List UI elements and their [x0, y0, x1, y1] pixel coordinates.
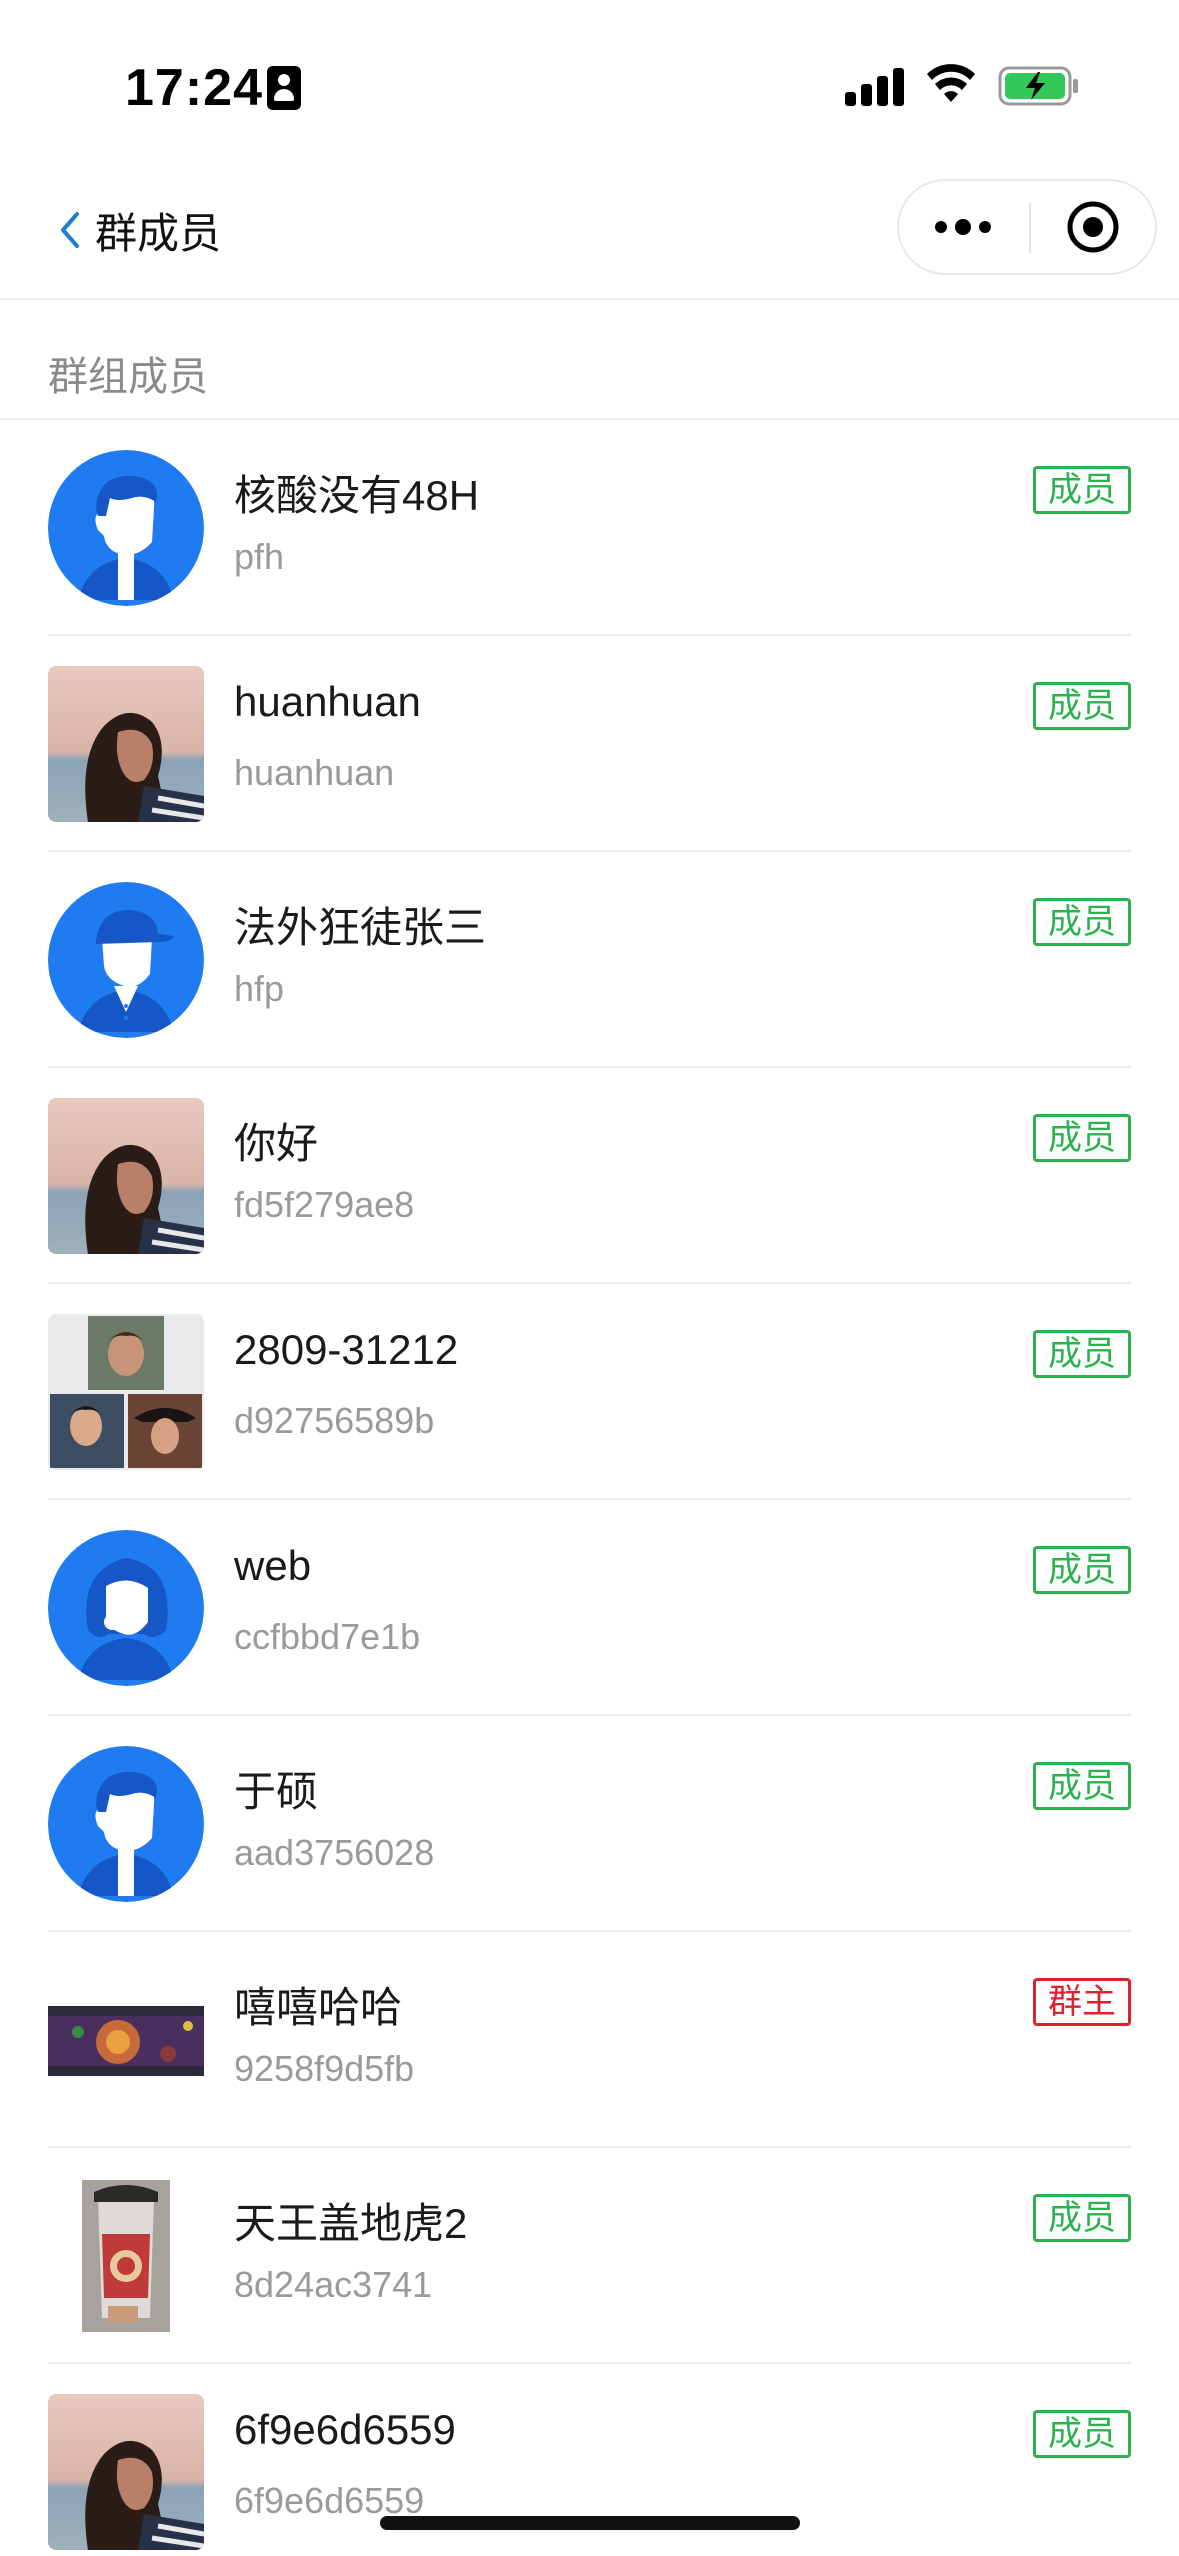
- member-name: web: [234, 1542, 312, 1589]
- role-badge: 成员: [1033, 1330, 1131, 1378]
- group-collage-avatar: [48, 1314, 204, 1470]
- owner-badge: 群主: [1033, 1978, 1131, 2026]
- role-badge: 成员: [1033, 466, 1131, 514]
- member-name: 核酸没有48H: [234, 472, 480, 519]
- default-female-avatar-icon: [48, 1530, 204, 1686]
- member-id: 8d24ac3741: [234, 2264, 433, 2305]
- default-cap-avatar-icon: [48, 882, 204, 1038]
- back-button[interactable]: 群成员: [55, 200, 221, 260]
- miniprogram-capsule: [897, 179, 1157, 275]
- member-name: huanhuan: [234, 678, 421, 725]
- status-time: 17:24: [125, 59, 263, 117]
- member-row[interactable]: web ccfbbd7e1b 成员: [0, 1500, 1179, 1716]
- member-id: pfh: [234, 536, 285, 577]
- target-close-icon: [1067, 201, 1119, 253]
- role-badge: 成员: [1033, 1546, 1131, 1594]
- member-id: ccfbbd7e1b: [234, 1616, 421, 1657]
- woman-photo-avatar: [48, 2394, 204, 2550]
- contact-card-icon: [267, 66, 301, 110]
- member-id: aad3756028: [234, 1832, 435, 1873]
- member-name: 你好: [234, 1120, 319, 1167]
- game-screenshot-avatar: [48, 1962, 204, 2118]
- role-badge: 成员: [1033, 682, 1131, 730]
- more-button[interactable]: [899, 181, 1027, 273]
- member-name: 法外狂徒张三: [234, 904, 487, 951]
- member-id: 9258f9d5fb: [234, 2048, 415, 2089]
- drink-cup-avatar: [48, 2178, 204, 2334]
- member-id: hfp: [234, 968, 285, 1009]
- section-title: 群组成员: [48, 355, 208, 399]
- member-name: 天王盖地虎2: [234, 2200, 468, 2247]
- member-name: 嘻嘻哈哈: [234, 1984, 403, 2031]
- home-indicator: [380, 2516, 800, 2530]
- more-dots-icon: [935, 219, 991, 235]
- default-male-avatar-icon: [48, 450, 204, 606]
- member-row[interactable]: 法外狂徒张三 hfp 成员: [0, 852, 1179, 1068]
- member-name: 2809-31212: [234, 1326, 459, 1373]
- member-name: 6f9e6d6559: [234, 2406, 456, 2453]
- member-id: fd5f279ae8: [234, 1184, 415, 1225]
- member-name: 于硕: [234, 1768, 319, 1815]
- battery-charging-icon: [998, 66, 1078, 106]
- status-bar: 17:24: [0, 0, 1179, 160]
- navigation-bar: 群成员: [0, 160, 1179, 300]
- section-header: 群组成员: [0, 300, 1179, 420]
- role-badge: 成员: [1033, 1762, 1131, 1810]
- member-row[interactable]: 嘻嘻哈哈 9258f9d5fb 群主: [0, 1932, 1179, 2148]
- cellular-signal-icon: [845, 66, 905, 106]
- member-row[interactable]: huanhuan huanhuan 成员: [0, 636, 1179, 852]
- close-miniprogram-button[interactable]: [1031, 181, 1155, 273]
- role-badge: 成员: [1033, 1114, 1131, 1162]
- role-badge: 成员: [1033, 2194, 1131, 2242]
- member-list: 核酸没有48H pfh 成员 huanhuan huanhuan 成员 法外狂徒…: [0, 420, 1179, 2556]
- page-title: 群成员: [95, 209, 222, 257]
- role-badge: 成员: [1033, 2410, 1131, 2458]
- member-id: huanhuan: [234, 752, 395, 793]
- member-id: d92756589b: [234, 1400, 435, 1441]
- woman-photo-avatar: [48, 666, 204, 822]
- woman-photo-avatar: [48, 1098, 204, 1254]
- member-row[interactable]: 于硕 aad3756028 成员: [0, 1716, 1179, 1932]
- default-male-avatar-icon: [48, 1746, 204, 1902]
- role-badge: 成员: [1033, 898, 1131, 946]
- member-row[interactable]: 天王盖地虎2 8d24ac3741 成员: [0, 2148, 1179, 2364]
- chevron-left-icon: [61, 212, 79, 248]
- wifi-icon: [927, 64, 975, 102]
- member-row[interactable]: 2809-31212 d92756589b 成员: [0, 1284, 1179, 1500]
- member-row[interactable]: 你好 fd5f279ae8 成员: [0, 1068, 1179, 1284]
- member-row[interactable]: 核酸没有48H pfh 成员: [0, 420, 1179, 636]
